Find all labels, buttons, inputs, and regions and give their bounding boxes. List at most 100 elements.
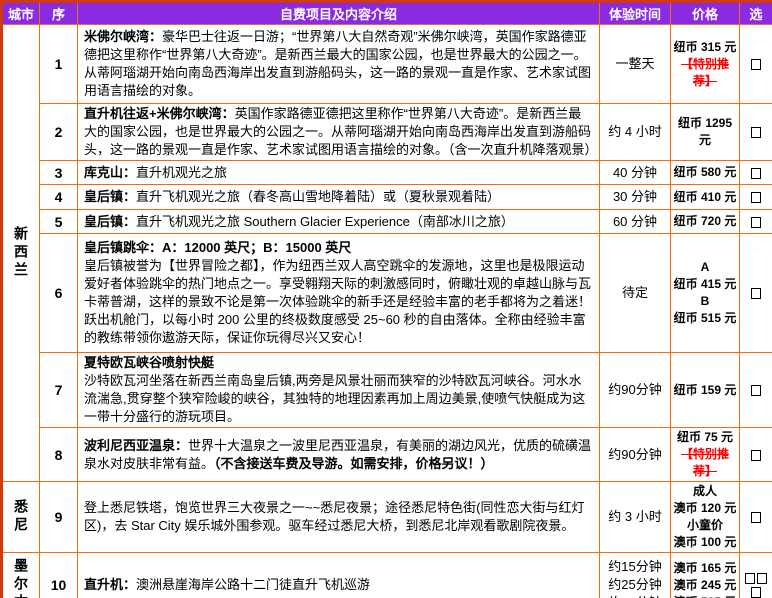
checkbox-line [742, 571, 770, 585]
checkbox[interactable] [751, 59, 761, 70]
price-line: 澳币 100 元 [673, 534, 737, 551]
price-cell: 成人澳币 120 元小童价澳币 100 元 [671, 482, 740, 553]
item-title: 直升机往返+米佛尔峡湾： [84, 106, 235, 121]
checkbox-line [742, 57, 770, 71]
experience-time-cell: 约90分钟 [600, 428, 671, 482]
checkbox[interactable] [751, 512, 761, 523]
price-line: 澳币 120 元 [673, 500, 737, 517]
table-row: 5皇后镇：直升飞机观光之旅 Southern Glacier Experienc… [2, 210, 772, 234]
checkbox[interactable] [751, 127, 761, 138]
item-description-cell: 直升机：澳洲悬崖海岸公路十二门徒直升飞机巡游 [78, 553, 600, 598]
header-row: 城市 序 自费项目及内容介绍 体验时间 价格 选 [2, 2, 772, 25]
item-description-cell: 夏特欧瓦峡谷喷射快艇沙特欧瓦河坐落在新西兰南岛皇后镇,两旁是风景壮丽而狭窄的沙特… [78, 353, 600, 428]
checkbox[interactable] [751, 587, 761, 598]
select-cell [740, 428, 772, 482]
price-cell: 纽币 580 元 [671, 161, 740, 185]
time-line: 约15分钟 [602, 558, 668, 576]
price-line: 纽币 159 元 [673, 382, 737, 399]
checkbox[interactable] [751, 288, 761, 299]
item-text: 直升飞机观光之旅（春冬高山雪地降着陆）或（夏秋景观着陆） [136, 189, 500, 204]
experience-time-cell: 约 3 小时 [600, 482, 671, 553]
special-offer-tag: 【特别推荐】 [673, 56, 737, 90]
experience-time-cell: 40 分钟 [600, 161, 671, 185]
item-description-cell: 登上悉尼铁塔，饱览世界三大夜景之一~~悉尼夜景；途径悉尼特色街(同性恋大街与红灯… [78, 482, 600, 553]
time-line: 约 4 小时 [602, 123, 668, 141]
row-number: 10 [40, 553, 78, 598]
price-line: 成人 [673, 483, 737, 500]
checkbox-line [742, 286, 770, 300]
checkbox-line [742, 190, 770, 204]
price-line: 纽币 1295 元 [673, 115, 737, 149]
checkbox[interactable] [745, 573, 755, 584]
time-line: 约90分钟 [602, 446, 668, 464]
item-description-cell: 皇后镇：直升飞机观光之旅（春冬高山雪地降着陆）或（夏秋景观着陆） [78, 185, 600, 210]
item-description-cell: 波利尼西亚温泉：世界十大温泉之一波里尼西亚温泉，有美丽的湖边风光，优质的硫磺温泉… [78, 428, 600, 482]
table-header: 城市 序 自费项目及内容介绍 体验时间 价格 选 [2, 2, 772, 25]
header-price: 价格 [671, 2, 740, 25]
price-line: 纽币 75 元 [673, 429, 737, 446]
price-line: 澳币 165 元 [673, 560, 737, 577]
time-line: 30 分钟 [602, 188, 668, 206]
select-cell [740, 234, 772, 353]
item-title: 皇后镇跳伞：A：12000 英尺；B：15000 英尺 [84, 239, 593, 257]
price-line: 纽币 415 元 [673, 276, 737, 293]
table-body: 新西兰1米佛尔峡湾：豪华巴士往返一日游；“世界第八大自然奇观”米佛尔峡湾，英国作… [2, 25, 772, 598]
item-text: 直升机观光之旅 [136, 165, 227, 180]
city-label: 悉尼 [2, 482, 40, 553]
time-line: 约60分钟 [602, 594, 668, 598]
experience-time-cell: 约15分钟约25分钟约60分钟 [600, 553, 671, 598]
price-cell: 纽币 720 元 [671, 210, 740, 234]
checkbox-line [742, 383, 770, 397]
time-line: 约90分钟 [602, 381, 668, 399]
experience-time-cell: 一整天 [600, 25, 671, 104]
page: 城市 序 自费项目及内容介绍 体验时间 价格 选 新西兰1米佛尔峡湾：豪华巴士往… [0, 0, 772, 598]
table-row: 4皇后镇：直升飞机观光之旅（春冬高山雪地降着陆）或（夏秋景观着陆）30 分钟纽币… [2, 185, 772, 210]
row-number: 6 [40, 234, 78, 353]
row-number: 9 [40, 482, 78, 553]
item-note-bold: （不含接送车费及导游。如需安排，价格另议！） [214, 456, 494, 471]
table-row: 3库克山：直升机观光之旅40 分钟纽币 580 元 [2, 161, 772, 185]
header-desc: 自费项目及内容介绍 [78, 2, 600, 25]
row-number: 5 [40, 210, 78, 234]
time-line: 一整天 [602, 55, 668, 73]
checkbox-line [742, 510, 770, 524]
row-number: 1 [40, 25, 78, 104]
select-cell [740, 104, 772, 161]
price-cell: A纽币 415 元B纽币 515 元 [671, 234, 740, 353]
checkbox[interactable] [751, 385, 761, 396]
row-number: 7 [40, 353, 78, 428]
item-title: 波利尼西亚温泉： [84, 438, 188, 453]
checkbox[interactable] [757, 573, 767, 584]
item-text: 沙特欧瓦河坐落在新西兰南岛皇后镇,两旁是风景壮丽而狭窄的沙特欧瓦河峡谷。河水水流… [84, 373, 585, 424]
price-line: 小童价 [673, 517, 737, 534]
experience-time-cell: 待定 [600, 234, 671, 353]
price-line: 澳币 585 元 [673, 594, 737, 598]
item-description-cell: 米佛尔峡湾：豪华巴士往返一日游；“世界第八大自然奇观”米佛尔峡湾，英国作家路德亚… [78, 25, 600, 104]
header-time: 体验时间 [600, 2, 671, 25]
item-description-cell: 直升机往返+米佛尔峡湾：英国作家路德亚德把这里称作“世界第八大奇迹”。是新西兰最… [78, 104, 600, 161]
time-line: 待定 [602, 284, 668, 302]
item-description-cell: 皇后镇跳伞：A：12000 英尺；B：15000 英尺皇后镇被誉为【世界冒险之都… [78, 234, 600, 353]
city-label: 新西兰 [2, 25, 40, 482]
checkbox-line [742, 214, 770, 228]
checkbox[interactable] [751, 217, 761, 228]
item-title: 皇后镇： [84, 189, 136, 204]
checkbox-line [742, 125, 770, 139]
checkbox-line [742, 165, 770, 179]
table-row: 6皇后镇跳伞：A：12000 英尺；B：15000 英尺皇后镇被誉为【世界冒险之… [2, 234, 772, 353]
item-title: 皇后镇： [84, 214, 136, 229]
item-title: 米佛尔峡湾： [84, 29, 162, 44]
select-cell [740, 185, 772, 210]
time-line: 40 分钟 [602, 164, 668, 182]
price-line: 纽币 410 元 [673, 189, 737, 206]
checkbox-line [742, 585, 770, 598]
select-cell [740, 25, 772, 104]
item-text: 登上悉尼铁塔，饱览世界三大夜景之一~~悉尼夜景；途径悉尼特色街(同性恋大街与红灯… [84, 500, 585, 533]
row-number: 8 [40, 428, 78, 482]
checkbox[interactable] [751, 192, 761, 203]
price-line: 澳币 245 元 [673, 577, 737, 594]
header-num: 序 [40, 2, 78, 25]
time-line: 60 分钟 [602, 213, 668, 231]
checkbox[interactable] [751, 450, 761, 461]
checkbox[interactable] [751, 168, 761, 179]
